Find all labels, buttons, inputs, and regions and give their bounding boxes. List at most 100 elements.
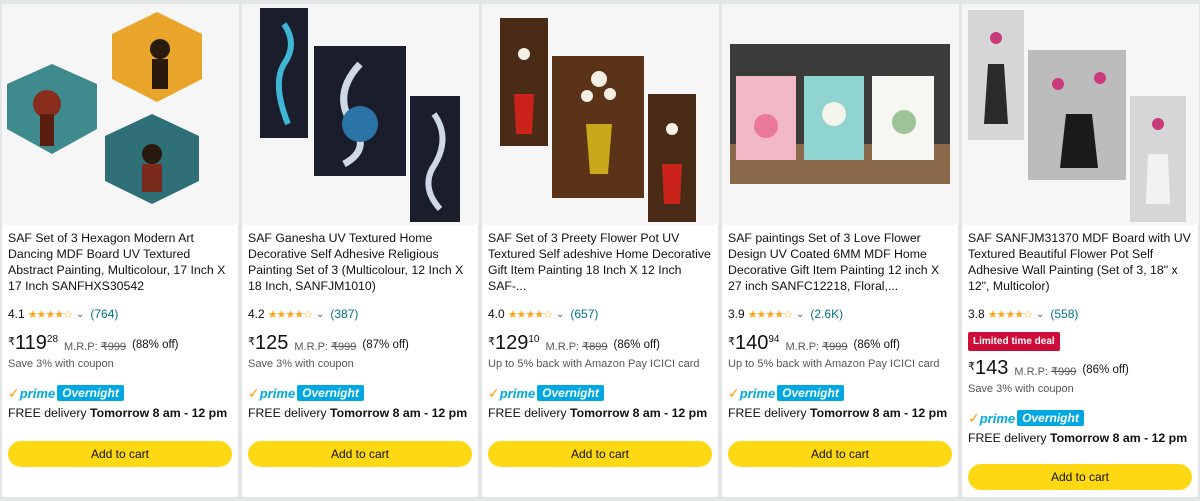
product-image[interactable] xyxy=(722,4,959,225)
limited-time-deal-badge: Limited time deal xyxy=(968,332,1060,351)
rating-value: 4.2 xyxy=(248,307,265,321)
prime-check-icon: ✓ xyxy=(8,385,20,401)
star-rating-icon[interactable]: ★★★★☆ xyxy=(508,308,553,321)
rating-row: 4.0 ★★★★☆ ⌄ (657) xyxy=(488,306,712,322)
price-whole: 125 xyxy=(255,332,289,354)
mrp-label: M.R.P: ₹999 xyxy=(64,341,127,353)
delivery-date: Tomorrow 8 am - 12 pm xyxy=(570,406,708,420)
prime-logo: prime xyxy=(259,385,296,401)
add-to-cart-button[interactable]: Add to cart xyxy=(248,441,472,467)
mrp-value: ₹999 xyxy=(822,341,848,353)
review-count-link[interactable]: (387) xyxy=(330,307,358,321)
price-row: ₹ 129 10 M.R.P: ₹899 (86% off) xyxy=(488,332,712,354)
prime-badge: ✓ prime Overnight xyxy=(248,384,472,402)
prime-logo: prime xyxy=(499,385,536,401)
review-count-link[interactable]: (764) xyxy=(90,307,118,321)
chevron-down-icon[interactable]: ⌄ xyxy=(316,309,324,320)
prime-logo: prime xyxy=(739,385,776,401)
product-card: SAF paintings Set of 3 Love Flower Desig… xyxy=(722,4,959,497)
discount-label: (86% off) xyxy=(613,339,660,351)
prime-badge: ✓ prime Overnight xyxy=(488,384,712,402)
cashback-note: Up to 5% back with Amazon Pay ICICI card xyxy=(728,358,940,370)
price-row: ₹ 119 28 M.R.P: ₹999 (88% off) xyxy=(8,332,232,354)
prime-check-icon: ✓ xyxy=(248,385,260,401)
currency-symbol: ₹ xyxy=(8,336,15,348)
star-rating-icon[interactable]: ★★★★☆ xyxy=(748,308,793,321)
chevron-down-icon[interactable]: ⌄ xyxy=(556,309,564,320)
discount-label: (86% off) xyxy=(853,339,900,351)
product-card: SAF SANFJM31370 MDF Board with UV Textur… xyxy=(962,4,1199,497)
discount-label: (86% off) xyxy=(1082,364,1129,376)
delivery-info: FREE delivery Tomorrow 8 am - 12 pm xyxy=(248,406,468,420)
rating-row: 4.1 ★★★★☆ ⌄ (764) xyxy=(8,306,232,322)
price-row: ₹ 143 M.R.P: ₹999 (86% off) xyxy=(968,357,1192,379)
price-whole: 140 xyxy=(735,332,769,354)
add-to-cart-button[interactable]: Add to cart xyxy=(968,464,1192,490)
product-title[interactable]: SAF Ganesha UV Textured Home Decorative … xyxy=(248,230,472,294)
mrp-value: ₹999 xyxy=(100,341,127,353)
delivery-date: Tomorrow 8 am - 12 pm xyxy=(330,406,468,420)
rating-value: 4.1 xyxy=(8,307,25,321)
overnight-badge: Overnight xyxy=(537,385,604,401)
discount-label: (88% off) xyxy=(132,339,179,351)
review-count-link[interactable]: (2.6K) xyxy=(810,307,843,321)
mrp-value: ₹999 xyxy=(331,341,357,353)
price-whole: 143 xyxy=(975,357,1009,379)
delivery-info: FREE delivery Tomorrow 8 am - 12 pm xyxy=(8,406,228,420)
delivery-info: FREE delivery Tomorrow 8 am - 12 pm xyxy=(968,431,1188,445)
product-image[interactable] xyxy=(2,4,239,225)
product-image[interactable] xyxy=(482,4,719,225)
prime-check-icon: ✓ xyxy=(968,410,980,426)
mrp-label: M.R.P: ₹999 xyxy=(294,341,357,353)
product-title[interactable]: SAF Set of 3 Hexagon Modern Art Dancing … xyxy=(8,230,232,294)
price-fraction: 10 xyxy=(528,334,540,345)
product-title[interactable]: SAF SANFJM31370 MDF Board with UV Textur… xyxy=(968,230,1192,294)
chevron-down-icon[interactable]: ⌄ xyxy=(796,309,804,320)
review-count-link[interactable]: (558) xyxy=(1050,307,1078,321)
currency-symbol: ₹ xyxy=(488,336,495,348)
star-rating-icon[interactable]: ★★★★☆ xyxy=(268,308,313,321)
rating-row: 3.9 ★★★★☆ ⌄ (2.6K) xyxy=(728,306,952,322)
mrp-value: ₹999 xyxy=(1051,366,1077,378)
mrp-label: M.R.P: ₹999 xyxy=(785,341,848,353)
product-card: SAF Set of 3 Preety Flower Pot UV Textur… xyxy=(482,4,719,497)
delivery-info: FREE delivery Tomorrow 8 am - 12 pm xyxy=(488,406,708,420)
chevron-down-icon[interactable]: ⌄ xyxy=(1036,309,1044,320)
review-count-link[interactable]: (657) xyxy=(570,307,598,321)
overnight-badge: Overnight xyxy=(1017,410,1084,426)
discount-label: (87% off) xyxy=(362,339,409,351)
delivery-date: Tomorrow 8 am - 12 pm xyxy=(1050,431,1188,445)
product-title[interactable]: SAF paintings Set of 3 Love Flower Desig… xyxy=(728,230,952,294)
star-rating-icon[interactable]: ★★★★☆ xyxy=(28,308,73,321)
rating-value: 3.8 xyxy=(968,307,985,321)
price-fraction: 28 xyxy=(46,334,59,345)
product-card: SAF Set of 3 Hexagon Modern Art Dancing … xyxy=(2,4,239,497)
prime-check-icon: ✓ xyxy=(488,385,500,401)
product-card: SAF Ganesha UV Textured Home Decorative … xyxy=(242,4,479,497)
mrp-label: M.R.P: ₹899 xyxy=(545,341,608,353)
overnight-badge: Overnight xyxy=(297,385,364,401)
product-title[interactable]: SAF Set of 3 Preety Flower Pot UV Textur… xyxy=(488,230,712,294)
price-row: ₹ 125 M.R.P: ₹999 (87% off) xyxy=(248,332,472,354)
price-whole: 129 xyxy=(495,332,529,354)
product-grid: SAF Set of 3 Hexagon Modern Art Dancing … xyxy=(0,0,1200,501)
overnight-badge: Overnight xyxy=(57,385,124,401)
price-row: ₹ 140 94 M.R.P: ₹999 (86% off) xyxy=(728,332,952,354)
chevron-down-icon[interactable]: ⌄ xyxy=(76,309,84,320)
product-image[interactable] xyxy=(962,4,1199,225)
product-image[interactable] xyxy=(242,4,479,225)
price-fraction: 94 xyxy=(768,334,780,345)
prime-badge: ✓ prime Overnight xyxy=(968,409,1192,427)
add-to-cart-button[interactable]: Add to cart xyxy=(8,441,232,467)
prime-badge: ✓ prime Overnight xyxy=(8,384,232,402)
add-to-cart-button[interactable]: Add to cart xyxy=(728,441,952,467)
price-whole: 119 xyxy=(15,332,47,354)
delivery-date: Tomorrow 8 am - 12 pm xyxy=(90,406,228,420)
add-to-cart-button[interactable]: Add to cart xyxy=(488,441,712,467)
prime-badge: ✓ prime Overnight xyxy=(728,384,952,402)
mrp-label: M.R.P: ₹999 xyxy=(1014,366,1077,378)
star-rating-icon[interactable]: ★★★★☆ xyxy=(988,308,1033,321)
mrp-value: ₹899 xyxy=(582,341,608,353)
prime-check-icon: ✓ xyxy=(728,385,740,401)
currency-symbol: ₹ xyxy=(248,336,255,348)
